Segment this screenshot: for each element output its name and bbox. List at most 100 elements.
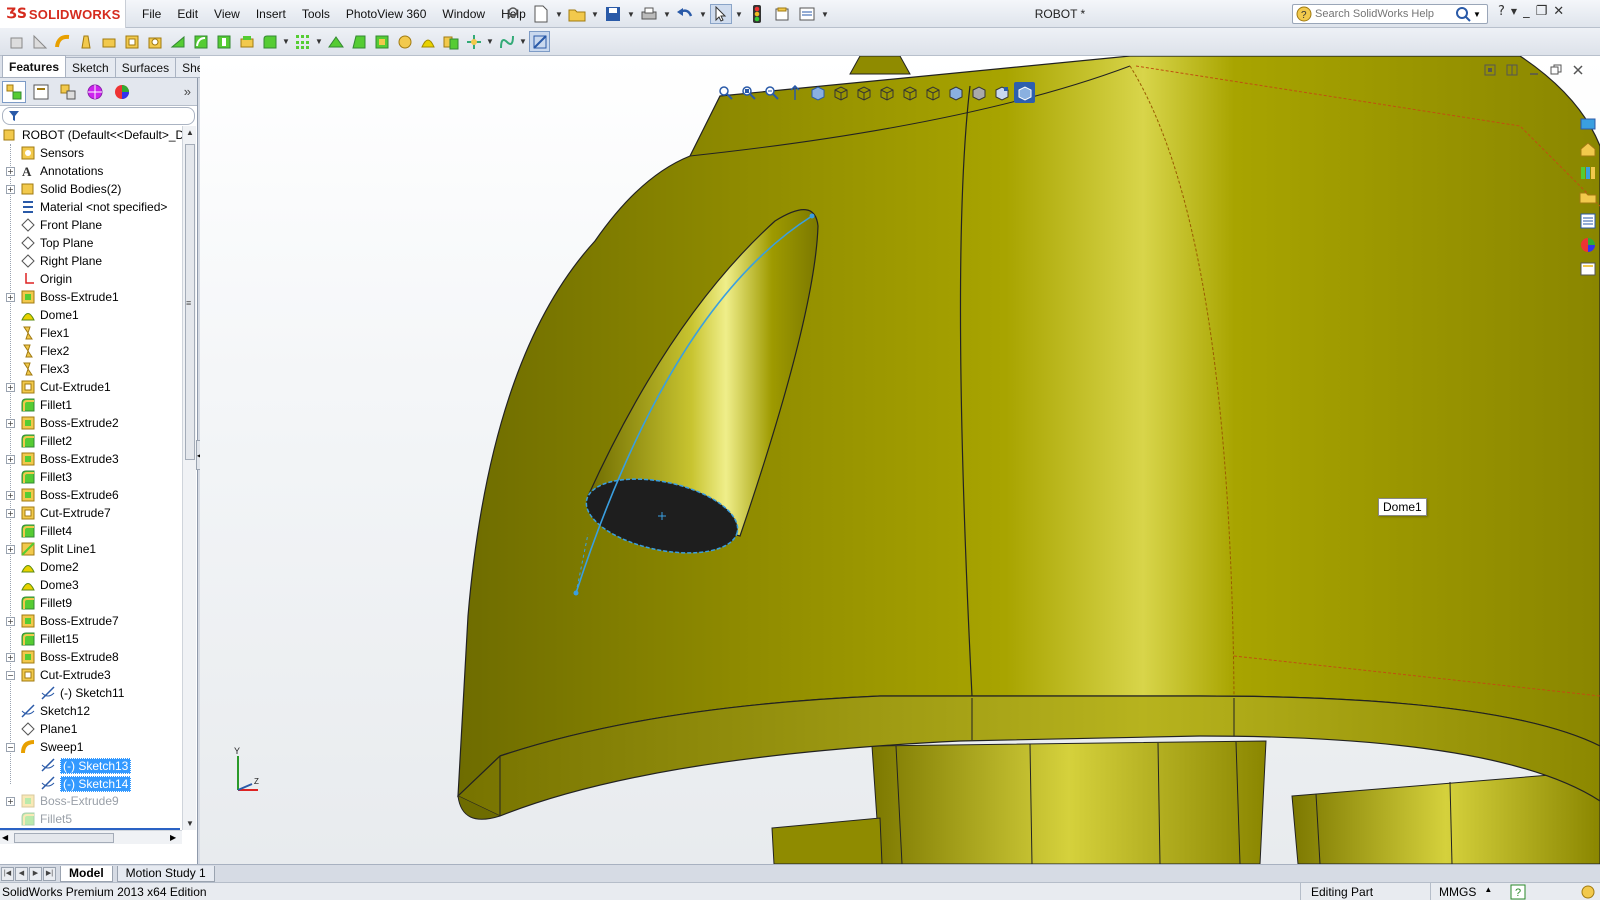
file-properties-icon[interactable]	[771, 4, 793, 24]
panel-expand-icon[interactable]: »	[184, 84, 191, 99]
scroll-down-icon[interactable]: ▼	[185, 819, 195, 828]
linear-pattern-icon[interactable]	[292, 31, 313, 52]
tree-vertical-scrollbar[interactable]: ▲ ≡ ▼	[182, 126, 196, 830]
tree-item-right-plane[interactable]: Right Plane	[0, 252, 182, 270]
tree-filter[interactable]	[2, 107, 195, 125]
menu-photoview-360[interactable]: PhotoView 360	[338, 7, 435, 21]
hole-wizard-icon[interactable]	[144, 31, 165, 52]
fillet-dropdown-icon[interactable]: ▼	[282, 32, 290, 52]
tree-item-dome1[interactable]: Dome1	[0, 306, 182, 324]
open-dropdown-icon[interactable]: ▼	[591, 4, 599, 24]
dome-icon[interactable]	[417, 31, 438, 52]
tree-item-sketch13[interactable]: (-) Sketch13	[0, 756, 182, 774]
options-dropdown-icon[interactable]: ▼	[821, 4, 829, 24]
appearances-icon[interactable]	[1576, 234, 1600, 256]
tree-item-fillet1[interactable]: Fillet1	[0, 396, 182, 414]
search-input[interactable]	[1315, 8, 1455, 20]
property-manager-tab-icon[interactable]	[29, 81, 53, 103]
resources-icon[interactable]	[1576, 114, 1600, 136]
undo-dropdown-icon[interactable]: ▼	[699, 4, 707, 24]
undo-icon[interactable]	[674, 4, 696, 24]
collapse-icon[interactable]: −	[6, 743, 15, 752]
tree-item-fillet9[interactable]: Fillet9	[0, 594, 182, 612]
zoom-to-area-icon[interactable]	[738, 82, 759, 103]
print-dropdown-icon[interactable]: ▼	[663, 4, 671, 24]
instant3d-view-icon[interactable]	[1014, 82, 1035, 103]
bottom-tab-motion-study-1[interactable]: Motion Study 1	[116, 865, 215, 882]
tree-item-cut-extrude1[interactable]: + Cut-Extrude1	[0, 378, 182, 396]
first-tab-arrow-icon[interactable]: |◀	[1, 866, 14, 881]
tree-item-material-not-specified[interactable]: Material <not specified>	[0, 198, 182, 216]
tree-item-sweep1[interactable]: − Sweep1	[0, 738, 182, 756]
tree-item-boss-extrude6[interactable]: + Boss-Extrude6	[0, 486, 182, 504]
zoom-to-fit-icon[interactable]	[715, 82, 736, 103]
tree-item-split-line1[interactable]: + Split Line1	[0, 540, 182, 558]
expand-icon[interactable]: +	[6, 617, 15, 626]
scroll-up-icon[interactable]: ▲	[185, 128, 195, 137]
tree-item-boss-extrude3[interactable]: + Boss-Extrude3	[0, 450, 182, 468]
help-dropdown-icon[interactable]: ▼	[1511, 7, 1517, 16]
save-dropdown-icon[interactable]: ▼	[627, 4, 635, 24]
close-icon[interactable]: ✕	[1553, 4, 1564, 19]
tree-item-fillet3[interactable]: Fillet3	[0, 468, 182, 486]
reference-geometry-dropdown-icon[interactable]: ▼	[486, 32, 494, 52]
tree-item-dome2[interactable]: Dome2	[0, 558, 182, 576]
solidworks-logo[interactable]: ƷS SOLIDWORKS	[0, 0, 126, 28]
menu-edit[interactable]: Edit	[169, 7, 206, 21]
tree-item-origin[interactable]: Origin	[0, 270, 182, 288]
menu-insert[interactable]: Insert	[248, 7, 294, 21]
menu-window[interactable]: Window	[434, 7, 493, 21]
last-tab-arrow-icon[interactable]: ▶|	[43, 866, 56, 881]
realview-icon[interactable]	[968, 82, 989, 103]
shaded-edges-icon[interactable]	[945, 82, 966, 103]
tree-item-cut-extrude7[interactable]: + Cut-Extrude7	[0, 504, 182, 522]
select-dropdown-icon[interactable]: ▼	[735, 4, 743, 24]
render-mode-icon[interactable]	[991, 82, 1012, 103]
expand-icon[interactable]: +	[6, 185, 15, 194]
extruded-cut-icon[interactable]	[121, 31, 142, 52]
view-settings-icon[interactable]	[922, 82, 943, 103]
tab-features[interactable]: Features	[2, 55, 67, 77]
view-orientation-icon[interactable]	[807, 82, 828, 103]
menu-file[interactable]: File	[134, 7, 169, 21]
tree-item-sensors[interactable]: Sensors	[0, 144, 182, 162]
view-palette-icon[interactable]	[1576, 210, 1600, 232]
tree-item-flex3[interactable]: Flex3	[0, 360, 182, 378]
search-dropdown-icon[interactable]: ▼	[1473, 10, 1481, 19]
rebuild-status-icon[interactable]	[1580, 884, 1596, 900]
display-manager-tab-icon[interactable]	[110, 81, 134, 103]
fillet-icon[interactable]	[259, 31, 280, 52]
viewport-close-icon[interactable]	[1572, 64, 1584, 76]
tree-item-annotations[interactable]: + A Annotations	[0, 162, 182, 180]
new-document-icon[interactable]	[530, 4, 552, 24]
hide-show-items-icon[interactable]	[853, 82, 874, 103]
configuration-manager-tab-icon[interactable]	[56, 81, 80, 103]
expand-icon[interactable]: +	[6, 383, 15, 392]
tab-surfaces[interactable]: Surfaces	[114, 57, 177, 77]
lofted-boss-icon[interactable]	[75, 31, 96, 52]
tree-item-boss-extrude8[interactable]: + Boss-Extrude8	[0, 648, 182, 666]
tree-item-boss-extrude9[interactable]: + Boss-Extrude9	[0, 792, 182, 810]
boundary-cut-icon[interactable]	[236, 31, 257, 52]
prev-tab-arrow-icon[interactable]: ◀	[15, 866, 28, 881]
home-icon[interactable]	[1576, 138, 1600, 160]
save-icon[interactable]	[602, 4, 624, 24]
tree-item-sketch11[interactable]: (-) Sketch11	[0, 684, 182, 702]
instant3d-icon[interactable]	[529, 31, 550, 52]
tree-item-plane1[interactable]: Plane1	[0, 720, 182, 738]
tree-item-boss-extrude2[interactable]: + Boss-Extrude2	[0, 414, 182, 432]
robot-model[interactable]	[200, 56, 1600, 864]
search-box[interactable]: ? ▼	[1292, 4, 1488, 24]
viewport-minimize-icon[interactable]	[1528, 64, 1540, 76]
next-tab-arrow-icon[interactable]: ▶	[29, 866, 42, 881]
expand-icon[interactable]: +	[6, 797, 15, 806]
hscroll-thumb[interactable]	[14, 833, 114, 843]
curves-dropdown-icon[interactable]: ▼	[519, 32, 527, 52]
expand-icon[interactable]: +	[6, 293, 15, 302]
tree-item-top-plane[interactable]: Top Plane	[0, 234, 182, 252]
menu-tools[interactable]: Tools	[294, 7, 338, 21]
previous-view-icon[interactable]	[761, 82, 782, 103]
swept-cut-icon[interactable]	[190, 31, 211, 52]
quick-tips-icon[interactable]: ?	[1510, 884, 1526, 900]
tree-item-solid-bodies-2[interactable]: + Solid Bodies(2)	[0, 180, 182, 198]
